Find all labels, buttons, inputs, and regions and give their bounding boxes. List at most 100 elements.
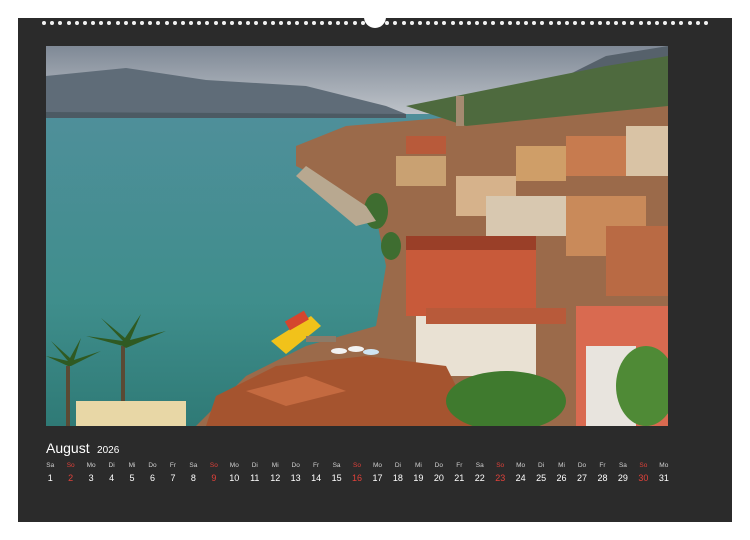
weekday-label: Mo xyxy=(86,462,96,469)
binding-ring xyxy=(164,21,169,25)
weekday-row: Sa So Mo Di Mi Do Fr Sa So Mo Di Mi Do Fr Sa So Mo Di Mi Do… xyxy=(40,462,674,469)
weekday-label: Fr xyxy=(599,462,606,469)
binding-ring xyxy=(197,21,202,25)
weekday-label: So xyxy=(496,462,505,469)
weekday-label: Do xyxy=(291,462,300,469)
day-number: 12 xyxy=(270,473,281,483)
binding-ring xyxy=(663,21,668,25)
binding-ring xyxy=(532,21,537,25)
day-number: 26 xyxy=(556,473,567,483)
weekday-label: Mo xyxy=(372,462,382,469)
binding-ring xyxy=(213,21,218,25)
day-number: 28 xyxy=(597,473,608,483)
binding-ring xyxy=(172,21,177,25)
day-number: 16 xyxy=(352,473,363,483)
day-number: 27 xyxy=(577,473,588,483)
binding-ring xyxy=(74,21,79,25)
day-number: 18 xyxy=(392,473,403,483)
weekday-label: So xyxy=(639,462,648,469)
binding-ring xyxy=(180,21,185,25)
binding-ring xyxy=(131,21,136,25)
day-number: 30 xyxy=(638,473,649,483)
binding-ring xyxy=(434,21,439,25)
binding-ring xyxy=(344,21,349,25)
day-number: 13 xyxy=(290,473,301,483)
binding-ring xyxy=(156,21,161,25)
day-number-row: 1 2 3 4 5 6 7 8 9 10 11 12 13 14 15 16 17 18 19 20 21 22 23 24 2… xyxy=(40,473,674,483)
binding-ring xyxy=(238,21,243,25)
binding-ring xyxy=(278,21,283,25)
binding-ring xyxy=(82,21,87,25)
weekday-label: Sa xyxy=(475,462,484,469)
photo-lake-town xyxy=(46,46,668,426)
weekday-label: Mo xyxy=(229,462,239,469)
binding-ring xyxy=(483,21,488,25)
binding-ring xyxy=(671,21,676,25)
binding-ring xyxy=(123,21,128,25)
day-number: 15 xyxy=(331,473,342,483)
binding-ring xyxy=(605,21,610,25)
weekday-label: Sa xyxy=(189,462,198,469)
binding-ring xyxy=(458,21,463,25)
binding-ring xyxy=(50,21,55,25)
day-number: 22 xyxy=(474,473,485,483)
binding-ring xyxy=(548,21,553,25)
binding-ring xyxy=(66,21,71,25)
binding-ring xyxy=(622,21,627,25)
weekday-label: Sa xyxy=(46,462,55,469)
binding-ring xyxy=(417,21,422,25)
binding-ring xyxy=(58,21,63,25)
binding-ring xyxy=(630,21,635,25)
weekday-label: So xyxy=(209,462,218,469)
weekday-label: Sa xyxy=(332,462,341,469)
weekday-label: Do xyxy=(434,462,443,469)
binding-ring xyxy=(466,21,471,25)
binding-ring xyxy=(426,21,431,25)
binding-ring xyxy=(409,21,414,25)
binding-ring xyxy=(328,21,333,25)
day-number: 3 xyxy=(88,473,94,483)
weekday-label: Mo xyxy=(516,462,526,469)
weekday-label: Mi xyxy=(128,462,136,469)
binding-ring xyxy=(695,21,700,25)
weekday-label: Sa xyxy=(618,462,627,469)
day-number: 6 xyxy=(149,473,155,483)
weekday-label: Mi xyxy=(414,462,422,469)
day-number: 25 xyxy=(536,473,547,483)
binding-ring xyxy=(654,21,659,25)
binding-ring xyxy=(401,21,406,25)
binding-ring xyxy=(42,21,46,25)
binding-ring xyxy=(115,21,120,25)
day-number: 8 xyxy=(190,473,196,483)
weekday-label: So xyxy=(353,462,361,469)
binding-ring xyxy=(319,21,324,25)
binding-ring xyxy=(385,21,390,25)
weekday-label: Fr xyxy=(456,462,463,469)
weekday-label: Di xyxy=(394,462,401,469)
binding-ring xyxy=(262,21,267,25)
binding-ring xyxy=(614,21,619,25)
day-number: 19 xyxy=(413,473,424,483)
day-number: 5 xyxy=(129,473,135,483)
binding-ring xyxy=(515,21,520,25)
binding-ring xyxy=(687,21,692,25)
weekday-label: Fr xyxy=(313,462,320,469)
binding-ring xyxy=(254,21,259,25)
day-number: 11 xyxy=(250,473,260,483)
day-number: 14 xyxy=(311,473,322,483)
binding-ring xyxy=(205,21,210,25)
binding-ring xyxy=(679,21,684,25)
binding-ring xyxy=(507,21,512,25)
binding-ring xyxy=(352,21,357,25)
binding-ring xyxy=(189,21,194,25)
binding-ring xyxy=(540,21,545,25)
day-number: 9 xyxy=(211,473,217,483)
day-number: 24 xyxy=(515,473,526,483)
day-number: 21 xyxy=(454,473,465,483)
day-number: 4 xyxy=(109,473,115,483)
month-name: August xyxy=(46,440,90,456)
weekday-label: Mi xyxy=(271,462,279,469)
binding-ring xyxy=(393,21,398,25)
weekday-label: Di xyxy=(108,462,115,469)
binding-ring xyxy=(565,21,569,25)
